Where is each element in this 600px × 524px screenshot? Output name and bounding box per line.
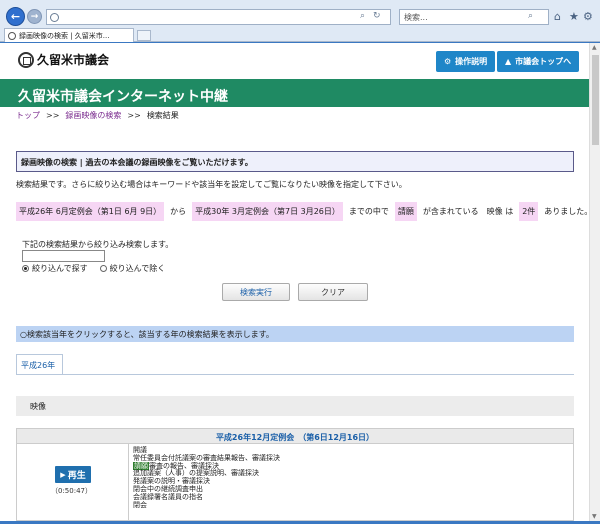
- search-icon[interactable]: ⌕: [360, 11, 365, 21]
- vertical-scrollbar[interactable]: ▲ ▼: [589, 43, 600, 521]
- breadcrumb-home[interactable]: トップ: [16, 111, 40, 120]
- radio-checked-icon: [22, 265, 29, 272]
- tab-year-h26[interactable]: 平成26年: [16, 354, 63, 375]
- page-viewport: 久留米市議会 ⚙ 操作説明 ▲ 市議会トップへ 久留米市議会インターネット中継 …: [0, 43, 589, 521]
- refine-label: 下記の検索結果から絞り込み検索します。: [22, 240, 174, 249]
- help-button-label: 操作説明: [455, 57, 488, 66]
- home-icon: ▲: [505, 57, 512, 66]
- date-from: 平成26年 6月定例会（第1日 6月 9日）: [16, 202, 165, 221]
- scroll-up-icon[interactable]: ▲: [592, 44, 597, 51]
- video-section-header: 映像: [16, 396, 574, 416]
- cond-text-arimashita: ありました。: [544, 207, 589, 216]
- search-description: 検索結果です。さらに絞り込む場合はキーワードや該当年を設定してご覧になりたい映像…: [16, 180, 407, 189]
- search-input[interactable]: 検索... ⌕: [399, 9, 549, 25]
- logo-text: 久留米市議会: [37, 53, 110, 67]
- browser-chrome: ← → ⌕ ↻ 検索... ⌕ ⌂ ★ ⚙ 録画映像の検索 | 久留米市...: [0, 0, 600, 42]
- date-to: 平成30年 3月定例会（第7日 3月26日）: [192, 202, 343, 221]
- breadcrumb-search[interactable]: 録画映像の検索: [65, 111, 121, 120]
- breadcrumb: トップ >> 録画映像の検索 >> 検索結果: [16, 110, 179, 121]
- tab-title: 録画映像の検索 | 久留米市...: [19, 32, 110, 40]
- back-arrow-icon[interactable]: ←: [6, 7, 25, 26]
- breadcrumb-current: 検索結果: [146, 111, 179, 120]
- agenda-list: 開議 常任委員会付託議案の審査結果報告、審議採決 請願審査の報告、審議採決 追加…: [133, 446, 280, 509]
- session-player-cell: ▶ 再生 （0:50:47）: [17, 444, 129, 521]
- search-icon[interactable]: ⌕: [528, 11, 533, 21]
- gear-icon[interactable]: ⚙: [583, 10, 593, 23]
- search-conditions: 平成26年 6月定例会（第1日 6月 9日） から 平成30年 3月定例会（第7…: [16, 202, 589, 221]
- refine-mode-radios: 絞り込んで探す 絞り込んで除く: [22, 263, 165, 274]
- breadcrumb-sep: >>: [46, 111, 60, 120]
- keyword-value: 請願: [394, 202, 417, 221]
- cond-text-kara: から: [170, 207, 187, 216]
- radio-exclude[interactable]: 絞り込んで除く: [99, 263, 166, 274]
- cond-text-madenonaka: までの中で: [348, 207, 389, 216]
- refine-keyword-input[interactable]: [22, 250, 105, 262]
- clear-button[interactable]: クリア: [298, 283, 368, 301]
- site-logo[interactable]: 久留米市議会: [18, 51, 109, 68]
- browser-tab[interactable]: 録画映像の検索 | 久留米市...: [4, 28, 134, 42]
- breadcrumb-sep: >>: [127, 111, 141, 120]
- scrollbar-thumb[interactable]: [592, 55, 599, 145]
- session-row: 平成26年12月定例会 （第6日12月16日） ▶ 再生 （0:50:47） 開…: [16, 428, 574, 521]
- site-header: 久留米市議会 ⚙ 操作説明 ▲ 市議会トップへ: [0, 43, 589, 77]
- search-placeholder: 検索...: [404, 13, 428, 22]
- help-button[interactable]: ⚙ 操作説明: [436, 51, 496, 72]
- agenda-item: 閉会: [133, 500, 147, 509]
- radio-include-label: 絞り込んで探す: [32, 264, 88, 273]
- agenda-item: 会議録署名議員の指名: [133, 492, 203, 501]
- council-top-button[interactable]: ▲ 市議会トップへ: [497, 51, 580, 72]
- address-bar[interactable]: ⌕ ↻: [46, 9, 391, 25]
- play-button[interactable]: ▶ 再生: [55, 466, 91, 483]
- search-heading: 録画映像の検索 | 過去の本会議の録画映像をご覧いただけます。: [16, 151, 574, 172]
- radio-include[interactable]: 絞り込んで探す: [22, 263, 88, 274]
- search-execute-button[interactable]: 検索実行: [222, 283, 290, 301]
- forward-arrow-icon[interactable]: →: [27, 9, 42, 24]
- page-icon: [50, 13, 59, 22]
- result-count: 2件: [519, 202, 539, 221]
- radio-unchecked-icon: [99, 265, 107, 272]
- year-notice: ○検索該当年をクリックすると、該当する年の検索結果を表示します。: [16, 326, 574, 342]
- cond-text-fukumareteiru: が含まれている 映像 は: [422, 207, 514, 216]
- video-duration: （0:50:47）: [51, 487, 92, 495]
- council-top-label: 市議会トップへ: [515, 57, 572, 66]
- play-icon: ▶: [60, 470, 66, 479]
- tab-divider: [16, 374, 574, 375]
- home-icon[interactable]: ⌂: [554, 10, 561, 23]
- session-title[interactable]: 平成26年12月定例会 （第6日12月16日）: [17, 429, 573, 444]
- refresh-icon[interactable]: ↻: [373, 11, 381, 21]
- new-tab-button[interactable]: [137, 30, 151, 41]
- radio-exclude-label: 絞り込んで除く: [109, 264, 166, 273]
- tab-favicon-icon: [8, 32, 16, 40]
- scroll-down-icon[interactable]: ▼: [592, 513, 597, 520]
- gear-icon: ⚙: [444, 57, 452, 66]
- star-icon[interactable]: ★: [569, 10, 579, 23]
- play-label: 再生: [67, 471, 86, 481]
- city-seal-icon: [18, 51, 34, 68]
- page-banner: 久留米市議会インターネット中継: [0, 79, 589, 107]
